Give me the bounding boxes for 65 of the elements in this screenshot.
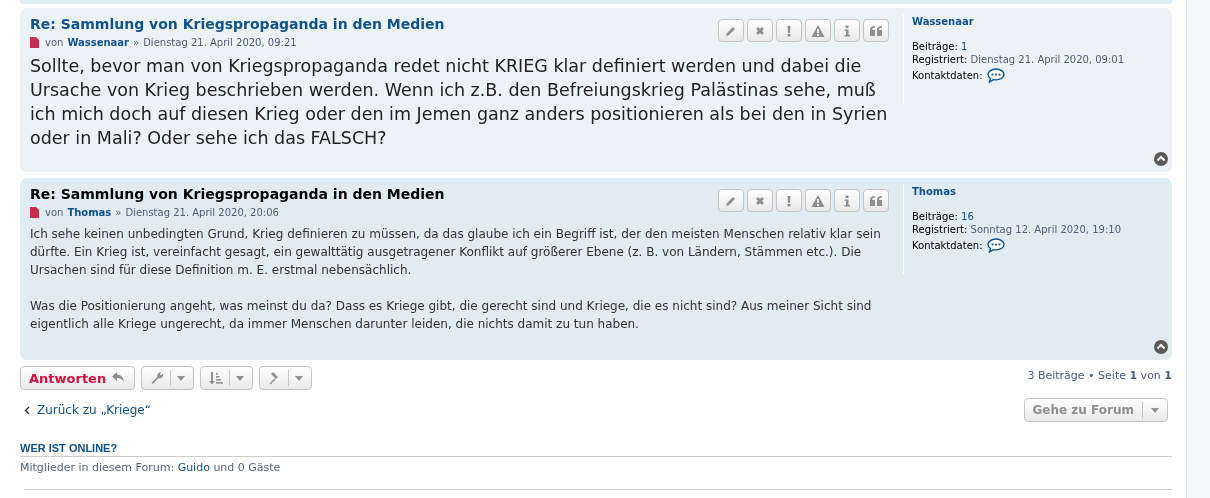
sort-icon <box>209 371 224 385</box>
post-date: Dienstag 21. April 2020, 20:06 <box>125 207 279 218</box>
post-title[interactable]: Re: Sammlung von Kriegspropaganda in den Medien <box>30 14 445 34</box>
quote-button[interactable] <box>863 189 889 212</box>
online-label: Mitglieder in diesem Forum: <box>20 461 175 474</box>
edit-button[interactable] <box>718 19 744 42</box>
post-text: Ich sehe keinen unbedingten Grund, Krieg definieren zu müssen, da das glaube ich ein Begriff ist, der den meisten Menschen relativ klar sein dürfte. Ein Krieg ist, vereinfacht gesagt, ein gewalttätig ausgetragener Konflikt auf größerer Ebene (z. B. von Ländern, Stämmen etc.). Die Ursachen sind für diese Definition m. E. erstmal nebensächlich. <box>30 226 882 279</box>
author-link[interactable]: Thomas <box>67 207 112 218</box>
post-date: Dienstag 21. April 2020, 09:21 <box>143 37 297 48</box>
pagination-text: 3 Beiträge • Seite 1 von 1 <box>1027 369 1172 382</box>
delete-button[interactable] <box>747 189 773 212</box>
back-to-top-icon[interactable] <box>1154 340 1168 354</box>
registered-label: Registriert: <box>912 224 968 235</box>
warn-button[interactable] <box>805 19 831 42</box>
reply-button[interactable]: Antworten <box>20 366 136 390</box>
posts-count[interactable]: 16 <box>961 211 974 222</box>
warning-icon <box>811 193 825 208</box>
info-button[interactable] <box>834 19 860 42</box>
registered-date: Sonntag 12. April 2020, 19:10 <box>970 224 1121 235</box>
info-button[interactable] <box>834 189 860 212</box>
back-to-top-icon[interactable] <box>1154 152 1168 166</box>
delete-button[interactable] <box>747 19 773 42</box>
tools-dropdown[interactable] <box>141 366 195 390</box>
posts-label: Beiträge: <box>912 211 958 222</box>
by-label: von <box>45 207 64 218</box>
author-link[interactable]: Wassenaar <box>67 37 130 48</box>
quote-icon <box>869 23 883 38</box>
file-icon[interactable] <box>30 37 39 48</box>
username-link[interactable]: Thomas <box>912 186 1162 197</box>
user-link[interactable]: Guido <box>177 461 210 474</box>
caret-icon <box>1151 407 1159 413</box>
post-title[interactable]: Re: Sammlung von Kriegspropaganda in den Medien <box>30 184 445 204</box>
posts-count[interactable]: 1 <box>961 41 968 52</box>
registered-label: Registriert: <box>912 54 968 65</box>
registered-date: Dienstag 21. April 2020, 09:01 <box>970 54 1125 65</box>
section-heading: WER IST ONLINE? <box>20 442 1172 457</box>
caret-icon <box>236 375 245 381</box>
quote-icon <box>869 193 883 208</box>
post-text: Sollte, bevor man von Kriegspropaganda redet nicht KRIEG klar definiert werden und dabei die Ursache von Krieg beschrieben werden. Wenn ich z.B. den Befreiungskrieg Palästinas sehe, muß ich mich doch auf diesen Krieg oder den im Jemen ganz anders positionieren als bei den in Syrien oder in Mali? Oder sehe ich das FALSCH? <box>30 55 889 150</box>
speech-bubble-icon[interactable] <box>986 68 1005 83</box>
caret-icon <box>177 375 186 381</box>
warning-icon <box>811 23 825 38</box>
report-button[interactable] <box>776 19 802 42</box>
back-link[interactable]: Zurück zu „Kriege“ <box>24 403 151 417</box>
contact-label: Kontaktdaten: <box>912 239 983 252</box>
edit-button[interactable] <box>718 189 744 212</box>
report-button[interactable] <box>776 189 802 212</box>
posts-label: Beiträge: <box>912 41 958 52</box>
separator: » <box>133 37 140 48</box>
quote-button[interactable] <box>863 19 889 42</box>
guest-count: und 0 Gäste <box>213 461 281 474</box>
reply-arrow-icon <box>112 372 127 384</box>
by-label: von <box>45 37 64 48</box>
file-icon[interactable] <box>30 207 39 218</box>
moderation-dropdown[interactable] <box>259 366 313 390</box>
speech-bubble-icon[interactable] <box>986 238 1005 253</box>
separator: » <box>115 207 122 218</box>
post-text: Was die Positionierung angeht, was meinst du da? Dass es Kriege gibt, die gerecht sind und Kriege, die es nicht sind? Aus meiner Sicht sind eigentlich alle Kriege ungerecht, da immer Menschen darunter leiden, die nichts damit zu tun haben. <box>30 298 873 333</box>
caret-icon <box>295 375 304 381</box>
contact-label: Kontaktdaten: <box>912 69 983 82</box>
wrench-icon <box>150 371 165 385</box>
chevron-left-icon <box>24 405 30 415</box>
username-link[interactable]: Wassenaar <box>912 16 1162 27</box>
sort-dropdown[interactable] <box>200 366 254 390</box>
warn-button[interactable] <box>805 189 831 212</box>
